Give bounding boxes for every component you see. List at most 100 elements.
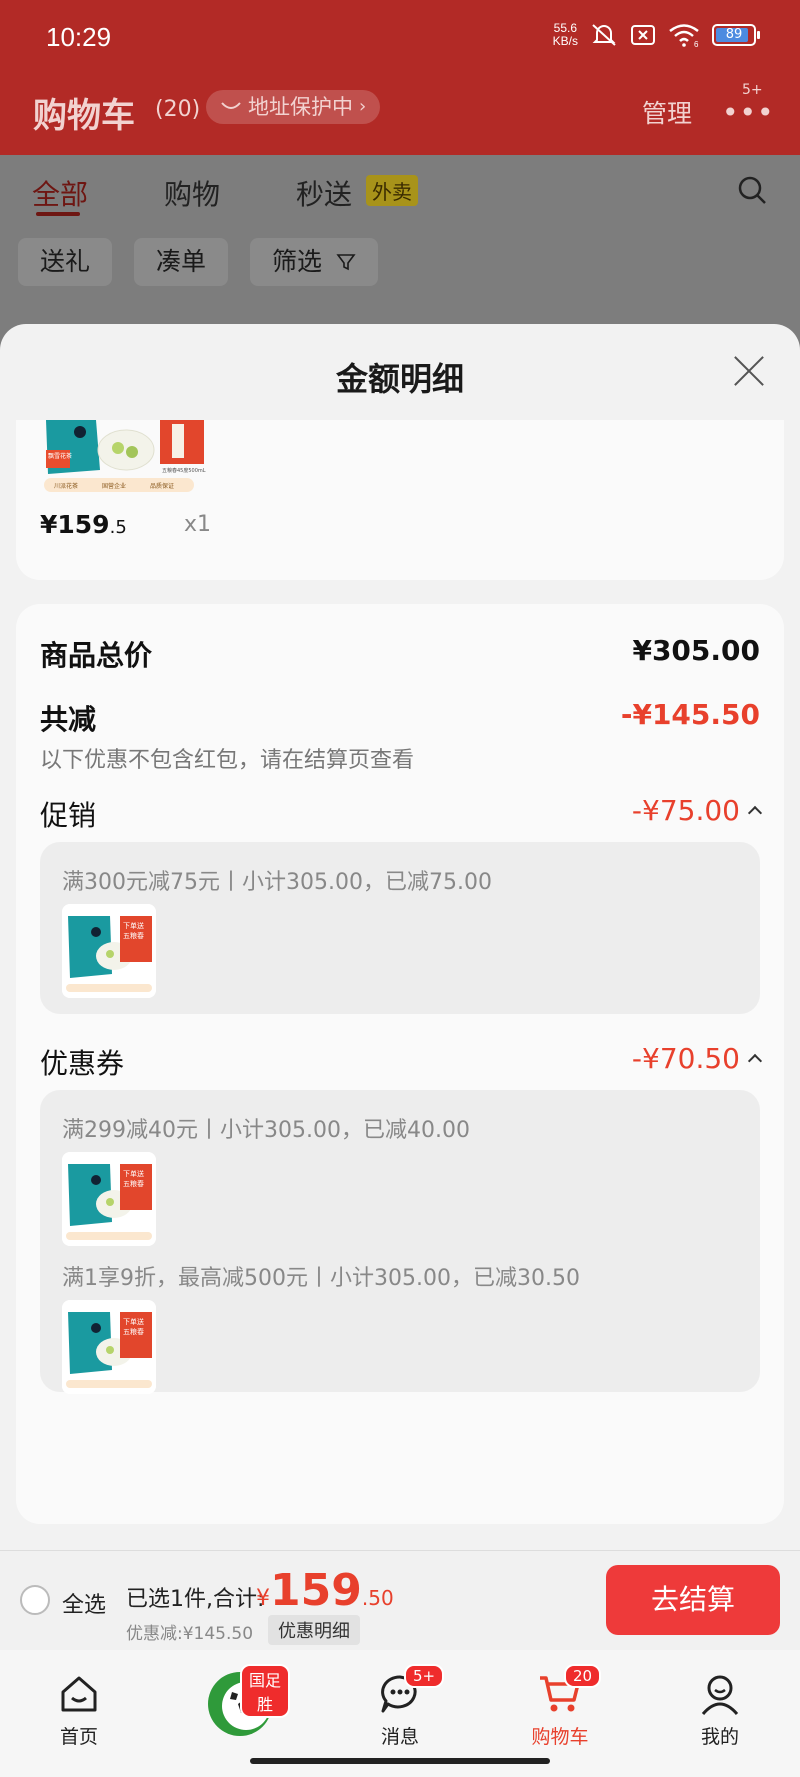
page-title: 购物车 (33, 96, 135, 136)
price-detail-card: 商品总价 ¥305.00 共减 -¥145.50 以下优惠不包含红包，请在结算页… (16, 604, 784, 1524)
product-image[interactable]: 五粮春45度500mL 飘雪花茶 川派花茶 国营企业 品质保证 (38, 420, 220, 500)
chip-filter-label: 筛选 (272, 247, 323, 276)
network-speed-unit: KB/s (552, 34, 578, 48)
cart-count: (20) (155, 97, 201, 122)
chip-filter[interactable]: 筛选 (250, 238, 378, 286)
nav-cart-badge: 20 (564, 1664, 602, 1688)
filter-icon (336, 254, 356, 271)
thumbnail-liquor-name: 五粮春 (123, 1179, 144, 1188)
total-int: 159 (270, 1565, 362, 1616)
status-icons: 55.6 KB/s 6 89 (553, 22, 760, 48)
discount-value: -¥145.50 (620, 698, 760, 731)
wifi-sub-label: 6 (694, 40, 699, 47)
nav-messages-label: 消息 (380, 1726, 419, 1748)
discount-detail-button[interactable]: 优惠明细 (268, 1615, 360, 1645)
nav-home[interactable]: 首页 (29, 1660, 129, 1760)
waimai-tag: 外卖 (366, 175, 418, 206)
coupon-rule: 满299减40元丨小计305.00，已减40.00 (62, 1118, 470, 1143)
promotion-group: 满300元减75元丨小计305.00，已减75.00 下单送 五粮春 (40, 842, 760, 1014)
total-dec: .50 (361, 1586, 394, 1610)
thumbnail-banner: 下单送 (123, 1169, 144, 1178)
product-image-badge: 川派花茶 (54, 482, 78, 490)
promotion-label: 促销 (40, 799, 97, 832)
manage-button[interactable]: 管理 (642, 94, 692, 130)
promotion-value: -¥75.00 (631, 794, 740, 827)
nav-messages[interactable]: 消息 5+ (350, 1660, 450, 1760)
thumbnail-liquor-name: 五粮春 (123, 931, 144, 940)
close-icon[interactable] (732, 354, 766, 388)
sim-x-icon (631, 25, 655, 45)
product-price: ¥159.5 (40, 510, 127, 539)
product-thumbnail-image: 下单送 五粮春 (62, 1300, 156, 1394)
discount-label: 共减 (40, 703, 97, 736)
nav-promo[interactable]: 国足胜 (190, 1660, 290, 1760)
home-icon (61, 1676, 97, 1712)
discount-summary: 优惠减:¥145.50 (126, 1624, 254, 1644)
nav-cart-label: 购物车 (531, 1726, 589, 1748)
nav-profile-label: 我的 (700, 1726, 739, 1748)
coupon-toggle[interactable]: -¥70.50 (632, 1042, 763, 1075)
tab-all[interactable]: 全部 (32, 173, 88, 213)
thumbnail-banner: 下单送 (123, 1317, 144, 1326)
chevron-right-icon: › (359, 96, 367, 117)
chevron-up-icon (747, 1053, 763, 1069)
home-indicator[interactable] (250, 1758, 550, 1764)
product-thumbnail-image: 下单送 五粮春 (62, 904, 156, 998)
network-speed: 55.6 KB/s (553, 22, 578, 48)
sheet-title: 金额明细 (335, 360, 464, 398)
status-bar: 10:29 55.6 KB/s 6 89 (0, 0, 800, 75)
product-thumbnail-image: 下单送 五粮春 (62, 1152, 156, 1246)
battery-level: 89 (725, 27, 743, 42)
tab-underline (36, 212, 80, 216)
checkout-bar: 全选 已选1件,合计: ¥159.50 优惠减:¥145.50 优惠明细 去结算 (0, 1550, 800, 1650)
chevron-up-icon (747, 805, 763, 821)
total-price: ¥159.50 (256, 1565, 394, 1616)
promotion-rule: 满300元减75元丨小计305.00，已减75.00 (62, 870, 492, 895)
coupon-label: 优惠券 (40, 1047, 125, 1080)
coupon-rule: 满1享9折，最高减500元丨小计305.00，已减30.50 (62, 1266, 580, 1291)
total-value: ¥305.00 (632, 634, 760, 667)
selected-summary: 已选1件,合计: (126, 1587, 265, 1612)
total-label: 商品总价 (40, 639, 153, 672)
nav-profile[interactable]: 我的 (670, 1660, 770, 1760)
product-thumbnail[interactable]: 下单送 五粮春 (62, 1152, 156, 1246)
more-badge: 5+ (742, 82, 763, 98)
product-image-badge: 品质保证 (150, 482, 174, 490)
product-thumbnail[interactable]: 下单送 五粮春 (62, 904, 156, 998)
more-icon[interactable]: ••• (722, 96, 775, 129)
smile-icon (221, 102, 241, 109)
select-all-radio[interactable] (20, 1585, 50, 1615)
product-thumbnail[interactable]: 下单送 五粮春 (62, 1300, 156, 1394)
product-price-int: ¥159 (40, 510, 110, 539)
product-image-spec: 五粮春45度500mL (162, 467, 206, 474)
thumbnail-banner: 下单送 (123, 921, 144, 930)
thumbnail-liquor-name: 五粮春 (123, 1327, 144, 1336)
profile-icon (701, 1675, 739, 1716)
product-image-tag: 飘雪花茶 (48, 452, 72, 460)
tab-instant-delivery[interactable]: 秒送 (296, 173, 352, 213)
coupon-group: 满299减40元丨小计305.00，已减40.00 下单送 五粮春 满1享9折，… (40, 1090, 760, 1394)
nav-promo-badge: 国足胜 (240, 1664, 290, 1718)
checkout-button[interactable]: 去结算 (606, 1565, 780, 1635)
tab-shopping[interactable]: 购物 (164, 173, 220, 213)
amount-detail-sheet: 金额明细 五粮春45度500mL 飘雪花茶 川派花茶 国营企业 品质保证 ¥15… (0, 324, 800, 1554)
chip-bundle[interactable]: 凑单 (134, 238, 229, 286)
nav-home-label: 首页 (59, 1726, 98, 1748)
total-currency: ¥ (256, 1586, 270, 1611)
address-protect-label: 地址保护中 (248, 95, 353, 119)
chip-gift[interactable]: 送礼 (18, 238, 113, 286)
wifi-icon: 6 (669, 24, 699, 47)
status-time: 10:29 (46, 22, 112, 52)
select-all-label[interactable]: 全选 (62, 1587, 106, 1619)
search-icon[interactable] (737, 175, 767, 205)
nav-messages-badge: 5+ (404, 1664, 445, 1688)
product-price-dec: .5 (109, 517, 127, 538)
nav-cart[interactable]: 购物车 20 (510, 1660, 610, 1760)
promotion-toggle[interactable]: -¥75.00 (631, 794, 763, 827)
product-card: 五粮春45度500mL 飘雪花茶 川派花茶 国营企业 品质保证 ¥159.5 x… (16, 420, 784, 580)
battery-icon: 89 (712, 24, 760, 46)
product-qty: x1 (184, 512, 212, 537)
address-protect-pill[interactable]: 地址保护中 › (206, 90, 381, 124)
product-image-badge: 国营企业 (102, 482, 126, 490)
discount-note: 以下优惠不包含红包，请在结算页查看 (40, 748, 415, 773)
